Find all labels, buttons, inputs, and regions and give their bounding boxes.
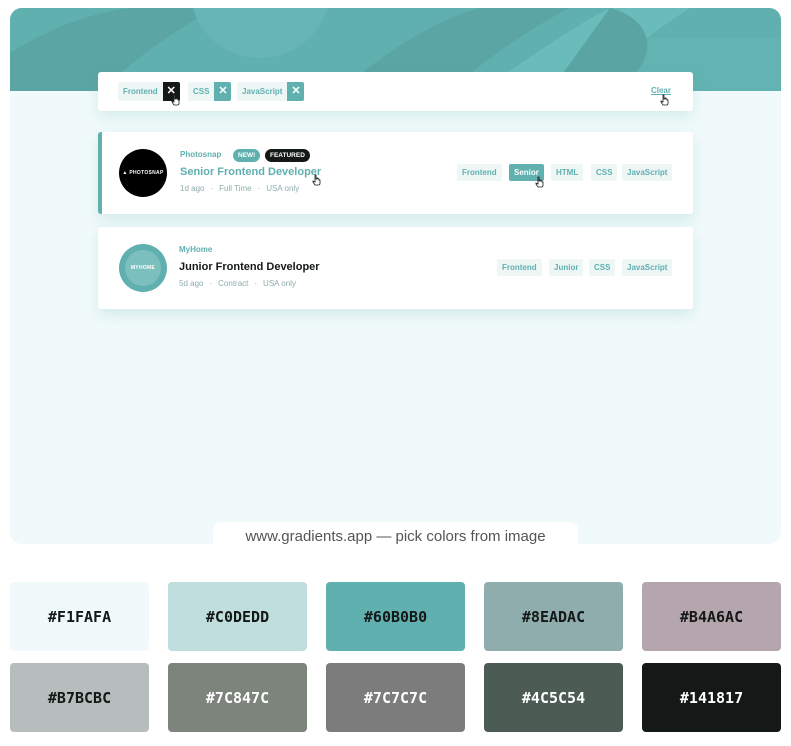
contract-type: Contract <box>218 279 249 288</box>
company-logo-text: MYHOME <box>130 265 156 271</box>
tag-html[interactable]: HTML <box>551 164 584 181</box>
color-swatch[interactable]: #B7BCBC <box>10 663 149 732</box>
tag-frontend[interactable]: Frontend <box>497 259 542 276</box>
filter-chip-label: CSS <box>188 82 215 101</box>
job-title-link[interactable]: Junior Frontend Developer <box>179 261 320 273</box>
swatch-label: #7C847C <box>205 688 270 707</box>
screenshot-frame: Frontend ✕ CSS ✕ JavaScript ✕ Clear ▲ PH… <box>10 8 781 544</box>
filter-chip-css: CSS ✕ <box>188 82 232 101</box>
remove-filter-button[interactable]: ✕ <box>214 82 232 101</box>
filter-chip-label: Frontend <box>118 82 163 101</box>
swatch-label: #60B0B0 <box>363 607 428 626</box>
color-swatch[interactable]: #141817 <box>642 663 781 732</box>
remove-filter-button[interactable]: ✕ <box>287 82 305 101</box>
posted-date: 5d ago <box>179 279 204 288</box>
swatch-label: #B7BCBC <box>47 688 112 707</box>
meta-separator: · <box>254 279 258 288</box>
hand-cursor-icon <box>312 174 321 186</box>
filter-chip-label: JavaScript <box>237 82 288 101</box>
job-location: USA only <box>263 279 296 288</box>
company-name: MyHome <box>179 245 213 254</box>
contract-type: Full Time <box>219 184 252 193</box>
meta-separator: · <box>210 184 214 193</box>
caption: www.gradients.app — pick colors from ima… <box>213 522 578 552</box>
job-meta: 5d ago · Contract · USA only <box>179 279 296 288</box>
color-swatch[interactable]: #7C7C7C <box>326 663 465 732</box>
job-meta: 1d ago · Full Time · USA only <box>180 184 299 193</box>
tag-javascript[interactable]: JavaScript <box>622 164 673 181</box>
meta-separator: · <box>209 279 213 288</box>
featured-badge: FEATURED <box>265 149 310 162</box>
company-logo: MYHOME <box>119 244 167 292</box>
filter-bar: Frontend ✕ CSS ✕ JavaScript ✕ Clear <box>98 72 693 111</box>
hand-cursor-icon <box>535 176 544 188</box>
filter-chip-javascript: JavaScript ✕ <box>237 82 305 101</box>
tag-junior[interactable]: Junior <box>549 259 584 276</box>
color-swatch[interactable]: #F1FAFA <box>10 582 149 651</box>
job-location: USA only <box>266 184 300 193</box>
posted-date: 1d ago <box>180 184 205 193</box>
swatch-label: #141817 <box>679 688 744 707</box>
swatch-label: #4C5C54 <box>521 688 586 707</box>
new-badge: NEW! <box>233 149 261 162</box>
tag-javascript[interactable]: JavaScript <box>622 259 673 276</box>
company-logo: ▲ PHOTOSNAP <box>119 149 167 197</box>
swatch-label: #B4A6AC <box>679 607 744 626</box>
tag-frontend[interactable]: Frontend <box>457 164 502 181</box>
hand-cursor-icon <box>660 94 669 106</box>
color-swatch[interactable]: #C0DEDD <box>168 582 307 651</box>
job-card-photosnap[interactable]: ▲ PHOTOSNAP Photosnap NEW! FEATURED Seni… <box>98 132 693 214</box>
tag-css[interactable]: CSS <box>591 164 618 181</box>
color-swatch[interactable]: #B4A6AC <box>642 582 781 651</box>
hand-cursor-icon <box>171 94 180 106</box>
color-swatch[interactable]: #4C5C54 <box>484 663 623 732</box>
company-name: Photosnap <box>180 150 222 159</box>
swatch-label: #C0DEDD <box>205 607 270 626</box>
job-title-link[interactable]: Senior Frontend Developer <box>180 166 321 178</box>
tag-css[interactable]: CSS <box>589 259 616 276</box>
job-card-myhome[interactable]: MYHOME MyHome Junior Frontend Developer … <box>98 227 693 309</box>
color-swatch[interactable]: #7C847C <box>168 663 307 732</box>
swatch-label: #7C7C7C <box>363 688 428 707</box>
swatch-label: #F1FAFA <box>47 607 112 626</box>
color-swatch[interactable]: #60B0B0 <box>326 582 465 651</box>
color-swatch[interactable]: #8EADAC <box>484 582 623 651</box>
company-logo-text: ▲ PHOTOSNAP <box>122 170 164 176</box>
meta-separator: · <box>257 184 261 193</box>
swatch-label: #8EADAC <box>521 607 586 626</box>
